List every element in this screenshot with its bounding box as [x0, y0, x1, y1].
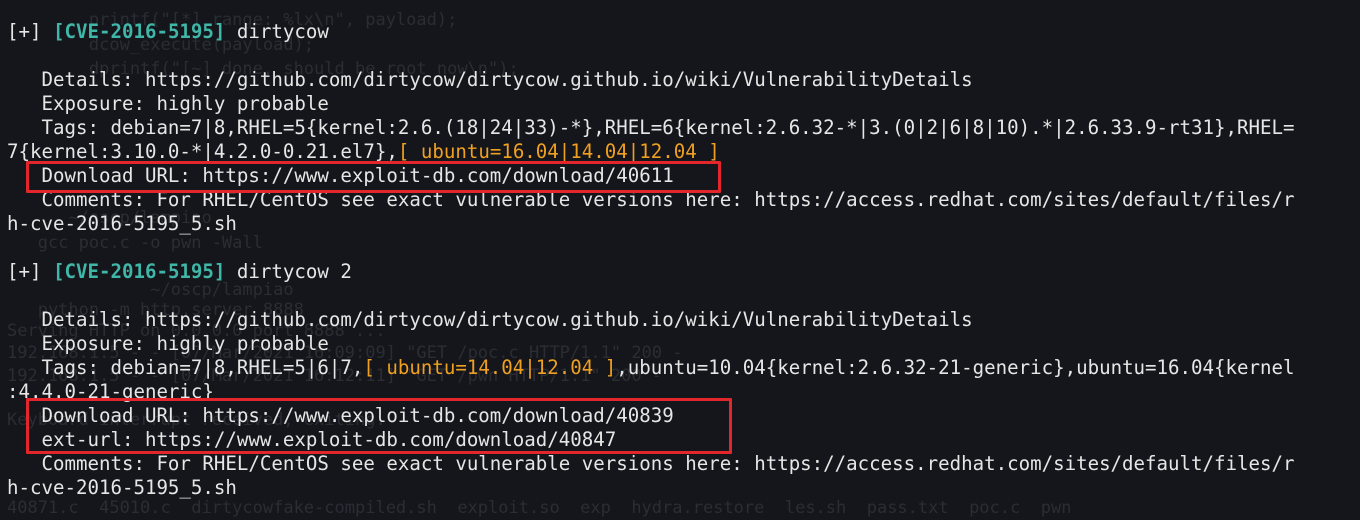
exploit-header-2: [+] [CVE-2016-5195] dirtycow 2	[7, 260, 352, 284]
tags-text-tail: ,ubuntu=10.04{kernel:2.6.32-21-generic},…	[616, 356, 1295, 379]
tags-text: Tags: debian=7|8,RHEL=5|6|7,	[7, 356, 364, 379]
exploit-exposure-2: Exposure: highly probable	[7, 332, 329, 355]
exploit-exposure-1: Exposure: highly probable	[7, 92, 329, 115]
exploit-details-1: Details: https://github.com/dirtycow/dir…	[7, 68, 973, 91]
exploit-tags-2-line1: Tags: debian=7|8,RHEL=5|6|7,[ ubuntu=14.…	[7, 356, 1295, 380]
exploit-name: dirtycow	[225, 20, 329, 43]
result-prefix: [+]	[7, 20, 53, 43]
tags-highlight: [ ubuntu=14.04|12.04 ]	[363, 356, 617, 379]
exploit-comments-2-line1: Comments: For RHEL/CentOS see exact vuln…	[7, 452, 1295, 475]
exploit-tags-1-line1: Tags: debian=7|8,RHEL=5{kernel:2.6.(18|2…	[7, 116, 1295, 139]
exploit-name: dirtycow 2	[225, 260, 352, 283]
exploit-comments-2-line2: h-cve-2016-5195_5.sh	[7, 476, 237, 499]
result-prefix: [+]	[7, 260, 53, 283]
exploit-comments-1-line2: h-cve-2016-5195_5.sh	[7, 212, 237, 235]
annotation-box-download-2	[26, 398, 732, 454]
cve-id: [CVE-2016-5195]	[52, 260, 226, 283]
exploit-header-1: [+] [CVE-2016-5195] dirtycow	[7, 20, 329, 44]
annotation-box-download-1	[26, 161, 721, 193]
cve-id: [CVE-2016-5195]	[52, 20, 226, 43]
tags-highlight: [ ubuntu=16.04|14.04|12.04 ]	[397, 140, 720, 163]
exploit-details-2: Details: https://github.com/dirtycow/dir…	[7, 308, 973, 331]
tags-text: 7{kernel:3.10.0-*|4.2.0-0.21.el7},	[7, 140, 398, 163]
